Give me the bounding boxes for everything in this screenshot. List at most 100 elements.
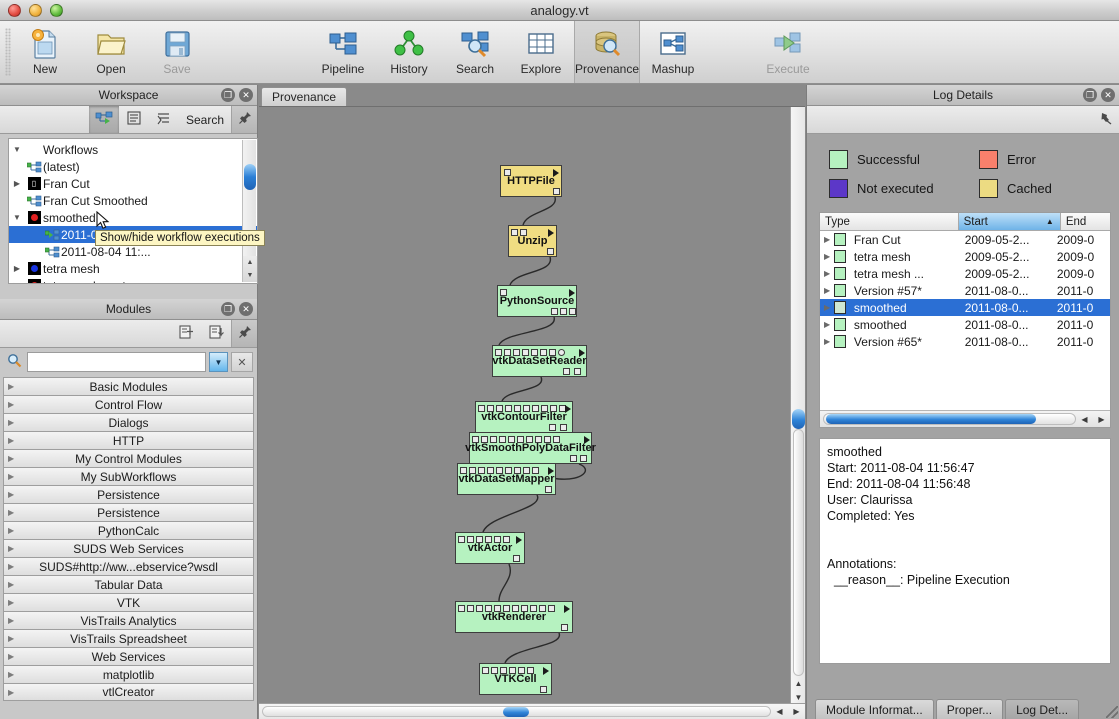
tree-row[interactable]: ▶ ▯ Fran Cut [9,175,257,192]
chevron-down-icon[interactable]: ▼ [9,145,25,154]
chevron-down-icon[interactable]: ▼ [9,213,25,222]
module-input-port[interactable] [494,605,501,612]
module-input-port[interactable] [522,349,529,356]
explore-button[interactable]: Explore [508,21,574,83]
scrollbar-arrows[interactable]: ▲ ▼ [243,256,257,282]
table-row[interactable]: ▶ tetra mesh 2009-05-2... 2009-0 [820,248,1110,265]
chevron-right-icon[interactable]: ▶ [8,418,14,427]
add-module-button[interactable] [201,320,231,347]
module-package-item[interactable]: ▶Basic Modules [3,377,254,395]
module-package-item[interactable]: ▶SUDS#http://ww...ebservice?wsdl [3,557,254,575]
scroll-up-icon[interactable]: ▲ [247,259,254,266]
module-input-port[interactable] [523,405,530,412]
module-package-item[interactable]: ▶Tabular Data [3,575,254,593]
chevron-right-icon[interactable]: ▶ [8,382,14,391]
chevron-right-icon[interactable]: ▶ [820,269,834,278]
module-output-port[interactable] [560,424,567,431]
chevron-right-icon[interactable]: ▶ [820,286,834,295]
module-input-port[interactable] [504,169,511,176]
module-output-port[interactable] [545,486,552,493]
module-input-port[interactable] [520,229,527,236]
chevron-right-icon[interactable]: ▶ [8,472,14,481]
scroll-down-icon[interactable]: ▼ [795,693,803,702]
scrollbar-arrows[interactable]: ▲ ▼ [791,676,806,704]
module-input-port[interactable] [469,467,476,474]
module-input-port[interactable] [531,349,538,356]
module-input-port[interactable] [495,349,502,356]
module-input-port[interactable] [482,667,489,674]
module-input-port[interactable] [532,405,539,412]
module-input-port[interactable] [481,436,488,443]
tree-row[interactable]: (latest) [9,158,257,175]
table-row[interactable]: ▶ Version #57* 2011-08-0... 2011-0 [820,282,1110,299]
module-output-port[interactable] [570,455,577,462]
table-row[interactable]: ▶ Fran Cut 2009-05-2... 2009-0 [820,231,1110,248]
module-config-arrow-icon[interactable] [543,667,549,675]
module-input-port[interactable] [539,605,546,612]
module-output-port[interactable] [580,455,587,462]
module-package-item[interactable]: ▶Dialogs [3,413,254,431]
module-output-port[interactable] [553,188,560,195]
module-output-port[interactable] [540,686,547,693]
module-package-item[interactable]: ▶Persistence [3,503,254,521]
module-package-item[interactable]: ▶VisTrails Spreadsheet [3,629,254,647]
scroll-down-icon[interactable]: ▼ [247,272,254,279]
module-output-port[interactable] [563,368,570,375]
module-input-port[interactable] [540,349,547,356]
module-config-arrow-icon[interactable] [569,289,575,297]
module-input-port[interactable] [500,289,507,296]
log-details-close-icon[interactable]: ✕ [1101,88,1115,102]
search-button[interactable]: Search [442,21,508,83]
module-input-port[interactable] [505,405,512,412]
tree-row[interactable]: ▼ Workflows [9,141,257,158]
module-input-port[interactable] [476,605,483,612]
tree-row[interactable]: ▼ smoothed [9,209,257,226]
module-output-port[interactable] [561,624,568,631]
module-input-port[interactable] [548,605,555,612]
chevron-right-icon[interactable]: ▶ [8,688,14,697]
chevron-right-icon[interactable]: ▶ [820,235,834,244]
module-input-port[interactable] [467,605,474,612]
module-input-port[interactable] [518,667,525,674]
module-input-port[interactable] [521,605,528,612]
module-package-item[interactable]: ▶Persistence [3,485,254,503]
scrollbar-track[interactable] [793,429,804,676]
chevron-right-icon[interactable]: ▶ [820,252,834,261]
module-input-port[interactable] [496,405,503,412]
module-package-item[interactable]: ▶matplotlib [3,665,254,683]
module-output-port[interactable] [569,308,576,315]
chevron-right-icon[interactable]: ▶ [8,652,14,661]
scrollbar-thumb[interactable] [503,707,529,717]
workspace-close-icon[interactable]: ✕ [239,88,253,102]
column-header-end[interactable]: End [1061,213,1110,231]
table-row[interactable]: ▶ tetra mesh ... 2009-05-2... 2009-0 [820,265,1110,282]
chevron-right-icon[interactable]: ▶ [820,303,834,312]
chevron-right-icon[interactable]: ▶ [8,634,14,643]
table-row[interactable]: ▶ smoothed 2011-08-0... 2011-0 [820,299,1110,316]
module-input-port[interactable] [504,349,511,356]
show-hide-executions-button[interactable] [89,106,119,133]
module-config-arrow-icon[interactable] [565,405,571,413]
module-package-item[interactable]: ▶VisTrails Analytics [3,611,254,629]
module-input-port[interactable] [530,605,537,612]
module-config-arrow-icon[interactable] [584,436,590,444]
module-package-item[interactable]: ▶My Control Modules [3,449,254,467]
table-row[interactable]: ▶ Version #65* 2011-08-0... 2011-0 [820,333,1110,350]
scrollbar-track[interactable] [823,413,1076,425]
chevron-right-icon[interactable]: ▶ [8,436,14,445]
open-button[interactable]: Open [78,21,144,83]
scroll-left-icon[interactable]: ◀ [776,707,782,716]
module-config-arrow-icon[interactable] [516,536,522,544]
module-input-port-highlighted[interactable] [558,349,565,356]
column-header-start[interactable]: Start ▲ [959,213,1061,231]
module-input-port[interactable] [487,467,494,474]
module-input-port[interactable] [476,536,483,543]
module-input-port[interactable] [541,405,548,412]
tab-properties[interactable]: Proper... [936,699,1003,719]
module-input-port[interactable] [478,405,485,412]
module-input-port[interactable] [513,349,520,356]
module-package-item[interactable]: ▶SUDS Web Services [3,539,254,557]
module-package-item[interactable]: ▶vtlCreator [3,683,254,701]
modules-float-icon[interactable]: ❐ [221,302,235,316]
module-input-port[interactable] [526,436,533,443]
